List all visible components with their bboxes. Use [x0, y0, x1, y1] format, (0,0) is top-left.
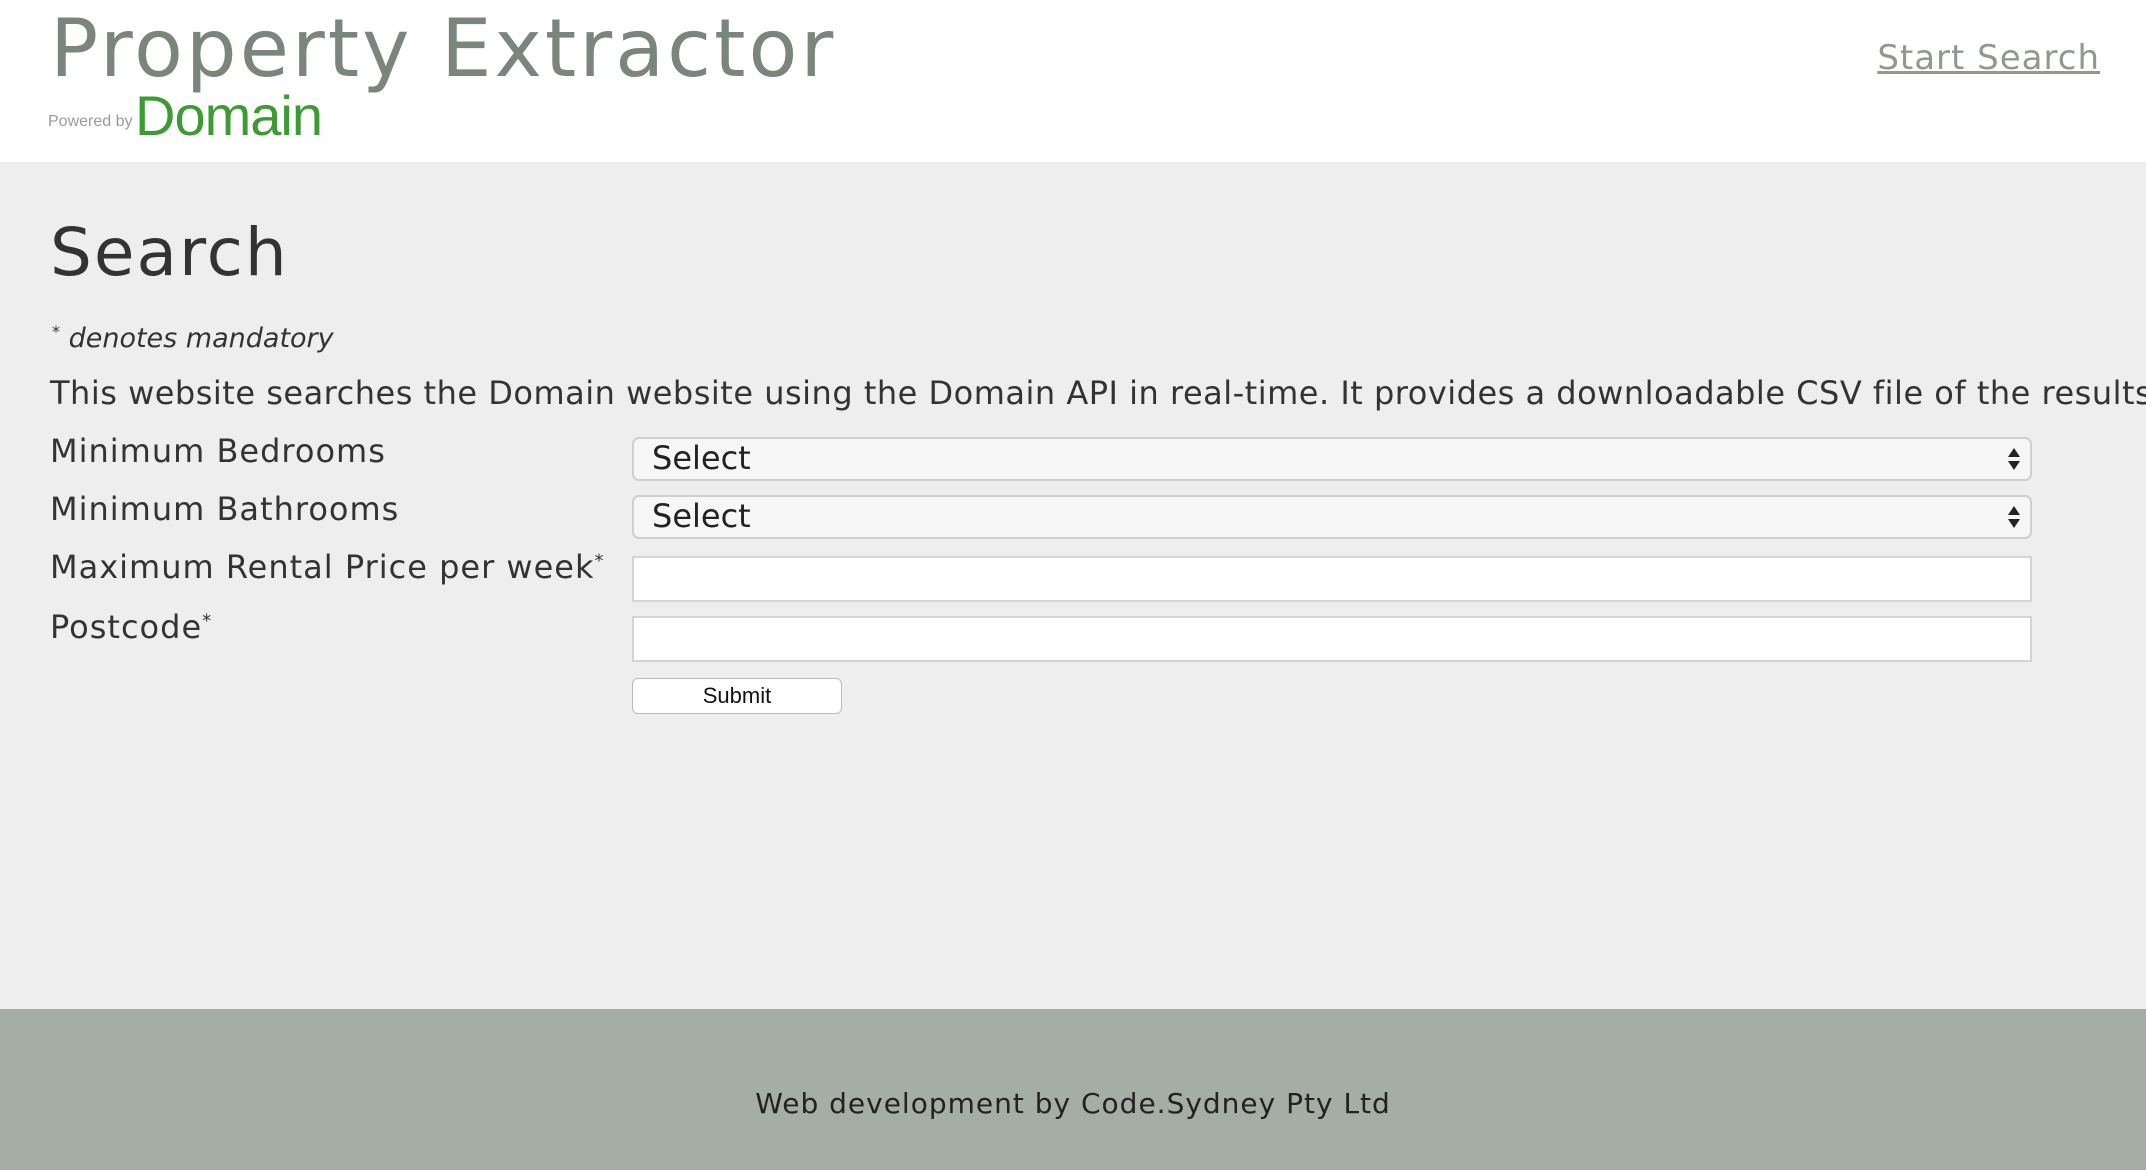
submit-button[interactable]: Submit [632, 678, 842, 714]
postcode-input[interactable] [632, 616, 2032, 662]
header: Property Extractor Powered by Domain Sta… [0, 0, 2146, 162]
bathrooms-select-value: Select [652, 497, 751, 535]
app-title: Property Extractor [50, 2, 837, 95]
updown-arrows-icon [2008, 448, 2020, 470]
footer-credit: Web development by Code.Sydney Pty Ltd [755, 1087, 1391, 1120]
price-required-mark: * [594, 550, 605, 572]
postcode-label-text: Postcode [50, 608, 203, 646]
page-title: Search [50, 214, 289, 291]
bedrooms-select[interactable]: Select [632, 437, 2032, 481]
postcode-required-mark: * [202, 610, 213, 632]
bathrooms-select[interactable]: Select [632, 495, 2032, 539]
updown-arrows-icon [2008, 506, 2020, 528]
description-text: This website searches the Domain website… [50, 374, 2146, 412]
domain-logo: Domain [135, 84, 323, 147]
bathrooms-label: Minimum Bathrooms [50, 490, 400, 528]
powered-by-label: Powered by [48, 113, 133, 130]
bedrooms-select-value: Select [652, 439, 751, 477]
price-label-text: Maximum Rental Price per week [50, 548, 595, 586]
mandatory-star: * [52, 322, 60, 341]
postcode-label: Postcode* [50, 608, 212, 646]
main-content: Search * denotes mandatory This website … [0, 162, 2146, 1009]
footer: Web development by Code.Sydney Pty Ltd [0, 1009, 2146, 1170]
mandatory-note: * denotes mandatory [52, 322, 334, 354]
price-label: Maximum Rental Price per week* [50, 548, 604, 586]
max-price-input[interactable] [632, 556, 2032, 602]
bedrooms-label: Minimum Bedrooms [50, 432, 386, 470]
mandatory-note-text: denotes mandatory [60, 323, 334, 354]
start-search-link[interactable]: Start Search [1877, 38, 2100, 78]
